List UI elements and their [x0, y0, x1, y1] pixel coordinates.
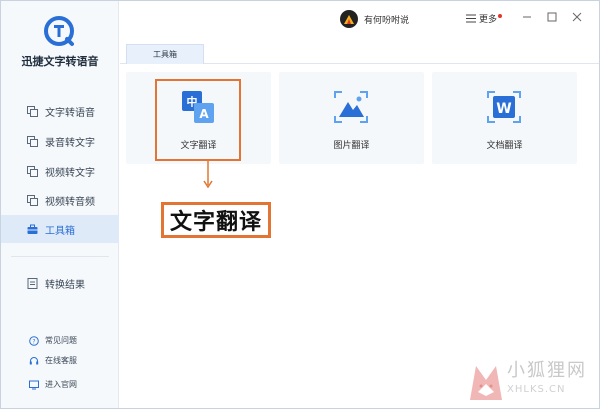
toolbox-icon — [27, 224, 38, 234]
tab-bar: 工具箱 — [120, 44, 599, 64]
tool-label: 图片翻译 — [333, 141, 370, 151]
website-icon — [29, 380, 39, 389]
tool-label: 文档翻译 — [486, 141, 523, 151]
notification-dot — [498, 13, 503, 18]
sidebar-item-label: 转换结果 — [45, 279, 85, 291]
result-icon — [27, 277, 38, 289]
app-logo-icon — [44, 16, 74, 46]
svg-text:?: ? — [32, 338, 35, 345]
online-support-link[interactable]: 在线客服 — [1, 355, 119, 366]
more-label: 更多 — [479, 15, 498, 25]
avatar — [340, 10, 358, 28]
callout-label: 文字翻译 — [161, 202, 271, 238]
faq-link[interactable]: ? 常见问题 — [1, 335, 119, 346]
text-to-speech-icon — [27, 105, 38, 117]
maximize-button[interactable] — [545, 10, 559, 24]
arrow-down-icon — [203, 161, 213, 189]
website-link[interactable]: 进入官网 — [1, 379, 119, 390]
tab-toolbox[interactable]: 工具箱 — [126, 44, 204, 64]
sidebar-item-label: 文字转语音 — [45, 107, 95, 119]
minimize-icon — [523, 16, 531, 18]
watermark-domain: XHLKS.CN — [507, 384, 566, 395]
close-button[interactable] — [570, 10, 584, 24]
maximize-icon — [547, 12, 557, 22]
online-support-label: 在线客服 — [45, 356, 77, 365]
tool-card-image-translate[interactable]: 图片翻译 — [279, 72, 424, 164]
sidebar-item-result[interactable]: 转换结果 — [1, 269, 119, 297]
headset-icon — [29, 356, 39, 364]
document-translate-icon: W — [487, 91, 521, 123]
sidebar: 迅捷文字转语音 文字转语音 录音转文字 视频转文字 视频转音频 工具箱 转换结果… — [1, 1, 119, 408]
faq-label: 常见问题 — [45, 336, 77, 345]
menu-icon — [466, 14, 476, 23]
svg-text:W: W — [496, 101, 511, 117]
watermark-text: 小狐狸网 — [507, 360, 587, 381]
question-icon: ? — [29, 335, 39, 346]
tool-card-document-translate[interactable]: W 文档翻译 — [432, 72, 577, 164]
video-to-text-icon — [27, 165, 38, 177]
sidebar-item-label: 视频转文字 — [45, 167, 95, 179]
more-menu-button[interactable]: 更多 — [466, 12, 503, 25]
sidebar-item-video-to-text[interactable]: 视频转文字 — [1, 157, 119, 185]
sidebar-item-text-to-speech[interactable]: 文字转语音 — [1, 97, 119, 125]
recording-to-text-icon — [27, 135, 38, 147]
sidebar-item-video-to-audio[interactable]: 视频转音频 — [1, 186, 119, 214]
user-name: 有何吩咐说 — [364, 15, 410, 26]
close-icon — [572, 12, 582, 22]
website-label: 进入官网 — [45, 380, 77, 389]
minimize-button[interactable] — [520, 10, 534, 24]
sidebar-item-label: 录音转文字 — [45, 137, 95, 149]
sidebar-item-label: 工具箱 — [45, 225, 75, 237]
video-to-audio-icon — [27, 194, 38, 206]
user-profile[interactable]: 有何吩咐说 — [340, 10, 409, 28]
image-translate-icon — [334, 91, 368, 123]
sidebar-divider — [11, 256, 109, 257]
sidebar-item-recording-to-text[interactable]: 录音转文字 — [1, 127, 119, 155]
sidebar-item-label: 视频转音频 — [45, 196, 95, 208]
app-name: 迅捷文字转语音 — [21, 55, 99, 68]
sidebar-item-toolbox[interactable]: 工具箱 — [1, 215, 119, 243]
highlight-box — [155, 79, 241, 161]
